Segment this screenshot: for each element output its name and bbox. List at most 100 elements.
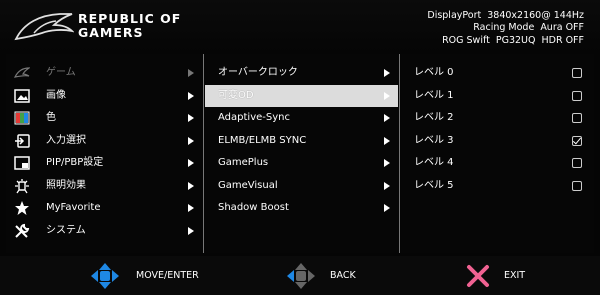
- menu-item-lighting[interactable]: 照明効果: [6, 175, 202, 197]
- submenu-item-label: ELMB/ELMB SYNC: [218, 135, 307, 146]
- rog-logo-icon: [14, 13, 74, 41]
- racing-mode: Racing Mode: [473, 22, 535, 34]
- status-info: DisplayPort 3840x2160@ 144Hz Racing Mode A…: [427, 10, 584, 47]
- menu-item-label: 画像: [46, 90, 66, 101]
- submenu-item-gameplus[interactable]: GamePlus: [205, 152, 398, 174]
- chevron-right-icon: [384, 159, 390, 167]
- chevron-right-icon: [188, 227, 194, 235]
- column-divider: [399, 54, 400, 253]
- submenu-item-label: Shadow Boost: [218, 202, 289, 213]
- option-label: レベル 5: [414, 180, 454, 191]
- checkbox[interactable]: [572, 68, 582, 78]
- color-icon: [14, 111, 30, 125]
- back-label: BACK: [330, 270, 356, 281]
- submenu-item-label: 可変OD: [218, 90, 254, 101]
- submenu-item-label: GamePlus: [218, 157, 269, 168]
- model-name: PG32UQ: [495, 34, 536, 46]
- menu-item-label: PIP/PBP設定: [46, 157, 104, 168]
- chevron-right-icon: [384, 114, 390, 122]
- exit-hint[interactable]: EXIT: [466, 262, 536, 290]
- main-menu: ゲーム 画像 色 入力選択 PIP/PBP設定 照明効果 MyFavorite …: [6, 54, 202, 253]
- chevron-right-icon: [188, 137, 194, 145]
- submenu-item-overclock[interactable]: オーバークロック: [205, 62, 398, 84]
- option-level-5[interactable]: レベル 5: [401, 175, 594, 197]
- menu-item-game[interactable]: ゲーム: [6, 62, 202, 84]
- exit-label: EXIT: [504, 270, 526, 281]
- close-x-icon: [467, 265, 489, 287]
- chevron-right-icon: [384, 92, 390, 100]
- model-brand: ROG Swift: [442, 34, 490, 46]
- submenu-item-adaptive-sync[interactable]: Adaptive-Sync: [205, 107, 398, 129]
- menu-item-image[interactable]: 画像: [6, 85, 202, 107]
- menu-item-myfavorite[interactable]: MyFavorite: [6, 197, 202, 219]
- sub-menu: オーバークロック 可変OD Adaptive-Sync ELMB/ELMB SY…: [205, 54, 398, 253]
- menu-item-system[interactable]: システム: [6, 220, 202, 242]
- option-label: レベル 0: [414, 67, 454, 78]
- submenu-item-label: Adaptive-Sync: [218, 112, 290, 123]
- option-level-0[interactable]: レベル 0: [401, 62, 594, 84]
- input-select-icon: [15, 134, 30, 148]
- option-label: レベル 3: [414, 135, 454, 146]
- brand-line-1: REPUBLIC OF: [78, 11, 182, 26]
- option-level-3[interactable]: レベル 3: [401, 130, 594, 152]
- chevron-right-icon: [188, 69, 194, 77]
- submenu-item-elmb[interactable]: ELMB/ELMB SYNC: [205, 130, 398, 152]
- checkbox[interactable]: [572, 91, 582, 101]
- star-icon: [15, 201, 29, 215]
- rog-eye-icon: [14, 67, 30, 78]
- checkbox-checked[interactable]: [572, 136, 582, 146]
- submenu-item-label: オーバークロック: [218, 67, 298, 78]
- option-level-1[interactable]: レベル 1: [401, 85, 594, 107]
- brand-text: REPUBLIC OF GAMERS: [78, 12, 181, 40]
- checkbox[interactable]: [572, 113, 582, 123]
- chevron-right-icon: [188, 92, 194, 100]
- chevron-right-icon: [188, 114, 194, 122]
- back-joystick-icon: [287, 263, 315, 289]
- osd-window: REPUBLIC OF GAMERS DisplayPort 3840x2160@…: [0, 0, 600, 295]
- menu-item-pip-pbp[interactable]: PIP/PBP設定: [6, 152, 202, 174]
- column-divider: [203, 54, 204, 253]
- resolution: 3840x2160@ 144Hz: [487, 10, 584, 21]
- submenu-item-label: GameVisual: [218, 180, 278, 191]
- chevron-right-icon: [188, 182, 194, 190]
- option-level-2[interactable]: レベル 2: [401, 107, 594, 129]
- joystick-4way-icon: [91, 263, 119, 289]
- aura-status: Aura OFF: [540, 22, 584, 34]
- option-label: レベル 2: [414, 112, 454, 123]
- input-source: DisplayPort: [427, 10, 482, 21]
- menu-item-input-select[interactable]: 入力選択: [6, 130, 202, 152]
- option-list: レベル 0 レベル 1 レベル 2 レベル 3 レベル 4 レベル 5: [401, 54, 594, 253]
- menu-item-label: ゲーム: [46, 67, 76, 78]
- menu-item-label: 入力選択: [46, 135, 86, 146]
- menu-item-label: 色: [46, 112, 56, 123]
- chevron-right-icon: [384, 137, 390, 145]
- chevron-right-icon: [384, 182, 390, 190]
- option-level-4[interactable]: レベル 4: [401, 152, 594, 174]
- menu-item-label: MyFavorite: [46, 202, 101, 213]
- wrench-icon: [15, 223, 30, 238]
- submenu-item-shadow-boost[interactable]: Shadow Boost: [205, 197, 398, 219]
- chevron-right-icon: [188, 159, 194, 167]
- menu-item-label: 照明効果: [46, 180, 86, 191]
- move-enter-hint: MOVE/ENTER: [90, 262, 210, 290]
- hdr-status: HDR OFF: [541, 34, 585, 46]
- lighting-icon: [15, 179, 29, 194]
- back-hint[interactable]: BACK: [286, 262, 366, 290]
- menu-item-color[interactable]: 色: [6, 107, 202, 129]
- checkbox[interactable]: [572, 181, 582, 191]
- chevron-right-icon: [384, 204, 390, 212]
- pip-icon: [14, 156, 30, 170]
- osd-footer: MOVE/ENTER BACK EXIT: [0, 256, 600, 295]
- option-label: レベル 1: [414, 90, 454, 101]
- submenu-item-variable-od[interactable]: 可変OD: [205, 85, 398, 107]
- image-icon: [14, 89, 30, 103]
- brand-line-2: GAMERS: [78, 25, 144, 40]
- checkbox[interactable]: [572, 158, 582, 168]
- option-label: レベル 4: [414, 157, 454, 168]
- menu-item-label: システム: [46, 225, 86, 236]
- chevron-right-icon: [188, 204, 194, 212]
- submenu-item-gamevisual[interactable]: GameVisual: [205, 175, 398, 197]
- osd-header: REPUBLIC OF GAMERS DisplayPort 3840x2160@…: [0, 0, 600, 53]
- chevron-right-icon: [384, 69, 390, 77]
- move-enter-label: MOVE/ENTER: [136, 270, 199, 281]
